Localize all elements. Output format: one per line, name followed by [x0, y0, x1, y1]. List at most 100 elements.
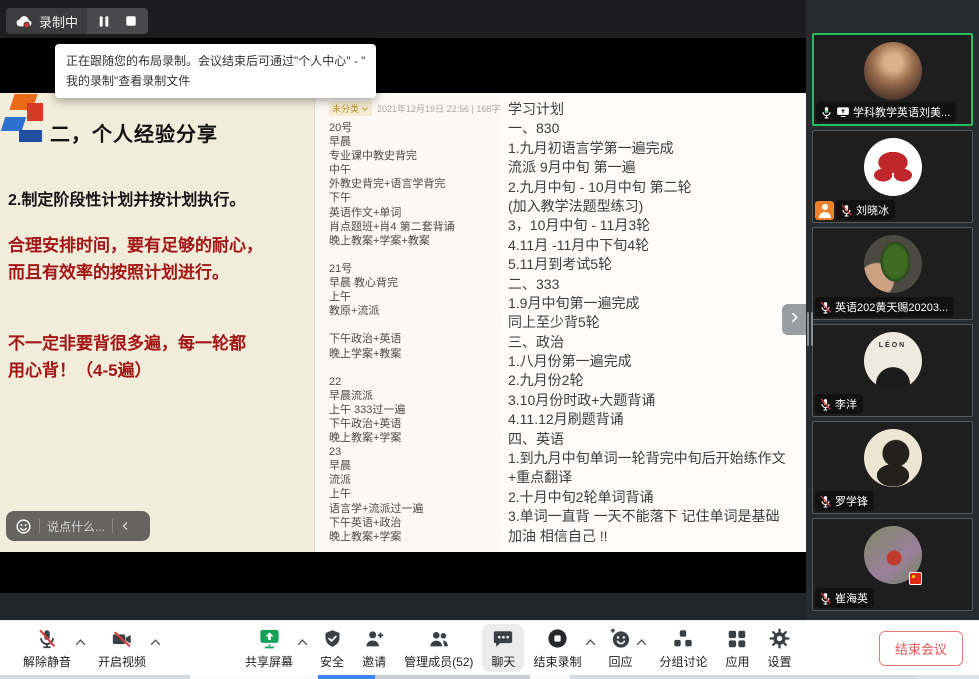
mic-muted-icon: [819, 495, 832, 508]
notes-panel: 未分类 2021年12月19日 22:56 | 168字 20号早晨专业课中教史…: [315, 93, 501, 552]
notes-category-tag[interactable]: 未分类: [329, 101, 372, 116]
sidebar-collapse-tab[interactable]: [782, 304, 806, 335]
flag-badge: [909, 572, 922, 585]
chevron-up-icon[interactable]: [585, 638, 596, 646]
toolbar-button-label: 应用: [725, 653, 749, 670]
settings-icon: [768, 627, 791, 650]
recording-label: 录制中: [39, 12, 78, 31]
plan-line: 2.九月中旬 - 10月中旬 第二轮: [508, 178, 786, 197]
toolbar-chat-button[interactable]: 聊天: [482, 624, 524, 672]
chevron-up-icon[interactable]: [150, 638, 161, 646]
toolbar-share-screen-button[interactable]: 共享屏幕: [236, 624, 311, 672]
note-line: 肖点题班+肖4 第二套背诵: [329, 220, 455, 234]
slide-point: 2.制定阶段性计划并按计划执行。: [8, 186, 245, 210]
stop-recording-button[interactable]: [125, 15, 137, 27]
cloud-recording-icon: [15, 14, 33, 29]
chevron-down-icon: [361, 104, 369, 114]
slide-red-text-1: 合理安排时间，要有足够的耐心， 而且有效率的按照计划进行。: [8, 232, 263, 286]
participant-label: 英语202黄天赐20203...: [815, 297, 954, 317]
toolbar-mic-off-button[interactable]: 解除静音: [14, 624, 89, 672]
toolbar-shield-button[interactable]: 安全: [311, 624, 353, 672]
participant-name: 罗学锋: [835, 493, 868, 509]
note-line: 早晨: [329, 135, 455, 149]
plan-line: 二、333: [508, 275, 786, 294]
toolbar-button-label: 回应: [608, 653, 632, 670]
divider: [112, 519, 113, 533]
toolbar-settings-button[interactable]: 设置: [759, 624, 801, 672]
emoji-smiley-icon[interactable]: [15, 518, 32, 535]
plan-line: 1.九月初语言学第一遍完成: [508, 139, 786, 158]
toolbar-button-label: 管理成员(52): [404, 653, 473, 670]
note-line: 22: [329, 375, 455, 389]
toolbar-button-label: 分组讨论: [659, 653, 707, 670]
note-line: 下午英语+政治: [329, 516, 455, 530]
toolbar-cam-off-button[interactable]: 开启视频: [89, 624, 164, 672]
participant-tile[interactable]: 学科教学英语刘美...: [812, 33, 973, 126]
participant-label: 李洋: [815, 394, 863, 414]
cam-off-icon: [110, 628, 134, 650]
collapse-chat-icon[interactable]: [120, 520, 131, 532]
participant-tile[interactable]: 崔海英: [812, 518, 973, 611]
slide-red-text-2: 不一定非要背很多遍，每一轮都 用心背！（4-5遍）: [8, 330, 246, 384]
participants-sidebar: 学科教学英语刘美... 刘晓冰 英语202黄天赐20203... LÉON: [806, 0, 979, 620]
recording-tooltip: 正在跟随您的布局录制。会议结束后可通过"个人中心" - " 我的录制"查看录制文…: [55, 44, 376, 98]
avatar: LÉON: [864, 332, 922, 390]
letterbox-bottom: [0, 552, 806, 593]
toolbar-apps-button[interactable]: 应用: [716, 624, 758, 672]
sidebar-drag-handle[interactable]: [807, 312, 813, 346]
note-line: 语言学+流派过一遍: [329, 502, 455, 516]
toolbar-button-label: 解除静音: [23, 653, 71, 670]
chevron-up-icon[interactable]: [297, 638, 308, 646]
plan-line: 2.九月份2轮: [508, 371, 786, 390]
participant-tile[interactable]: 罗学锋: [812, 421, 973, 514]
presentation-slide: 二，个人经验分享 2.制定阶段性计划并按计划执行。 合理安排时间，要有足够的耐心…: [0, 93, 315, 552]
chevron-up-icon[interactable]: [75, 638, 86, 646]
toolbar-invite-button[interactable]: 邀请: [353, 624, 395, 672]
shield-icon: [322, 628, 343, 650]
toolbar-members-button[interactable]: 管理成员(52): [395, 624, 482, 672]
invite-icon: [363, 628, 386, 650]
mic-off-icon: [36, 628, 58, 650]
avatar-text: LÉON: [879, 342, 906, 390]
study-plan-body: 学习计划一、8301.九月初语言学第一遍完成流派 9月中旬 第一遍2.九月中旬 …: [508, 100, 786, 546]
meeting-window: 录制中 正在跟随您的布局录制。会议结束后可通过"个人中心" - " 我的录制"查…: [0, 0, 979, 679]
recording-status: 录制中: [6, 8, 87, 34]
participant-tile[interactable]: LÉON 李洋: [812, 324, 973, 417]
plan-line: 3.单词一直背 一天不能落下 记住单词是基础: [508, 507, 786, 526]
toolbar-reaction-button[interactable]: 回应: [599, 624, 650, 672]
plan-line: 四、英语: [508, 430, 786, 449]
plan-line: +重点翻译: [508, 468, 786, 487]
chat-quick-input[interactable]: 说点什么...: [6, 511, 150, 541]
plan-line: 三、政治: [508, 333, 786, 352]
note-line: 21号: [329, 262, 455, 276]
plan-line: 4.11月 -11月中下旬4轮: [508, 236, 786, 255]
participant-label: 学科教学英语刘美...: [816, 102, 956, 122]
note-line: 专业课中教史背完: [329, 149, 455, 163]
toolbar-stop-record-button[interactable]: 结束录制: [524, 624, 599, 672]
note-line: 早晨 教心背完: [329, 276, 455, 290]
participant-tile[interactable]: 英语202黄天赐20203...: [812, 227, 973, 320]
screen-sharing-icon: [836, 106, 850, 118]
participant-label: 崔海英: [815, 588, 874, 608]
mic-muted-icon: [819, 301, 832, 314]
chat-placeholder: 说点什么...: [47, 518, 105, 535]
participant-name: 英语202黄天赐20203...: [835, 299, 948, 315]
note-line: 20号: [329, 121, 455, 135]
stage-lower-strip: [0, 593, 806, 620]
participant-tile[interactable]: 刘晓冰: [812, 130, 973, 223]
pause-recording-button[interactable]: [98, 15, 110, 28]
participant-label: 罗学锋: [815, 491, 874, 511]
toolbar-breakout-button[interactable]: 分组讨论: [650, 624, 716, 672]
mic-muted-icon: [840, 204, 853, 217]
slide-title: 二，个人经验分享: [50, 118, 218, 147]
toolbar-button-label: 聊天: [491, 653, 515, 670]
note-line: 早晨: [329, 459, 455, 473]
chevron-up-icon[interactable]: [636, 638, 647, 646]
toolbar-button-label: 安全: [320, 653, 344, 670]
note-line: 下午政治+英语: [329, 332, 455, 346]
share-screen-icon: [258, 627, 281, 650]
end-meeting-button[interactable]: 结束会议: [879, 631, 963, 666]
plan-line: 5.11月到考试5轮: [508, 255, 786, 274]
toolbar-button-label: 结束录制: [533, 653, 581, 670]
participant-list: 学科教学英语刘美... 刘晓冰 英语202黄天赐20203... LÉON: [806, 33, 979, 611]
